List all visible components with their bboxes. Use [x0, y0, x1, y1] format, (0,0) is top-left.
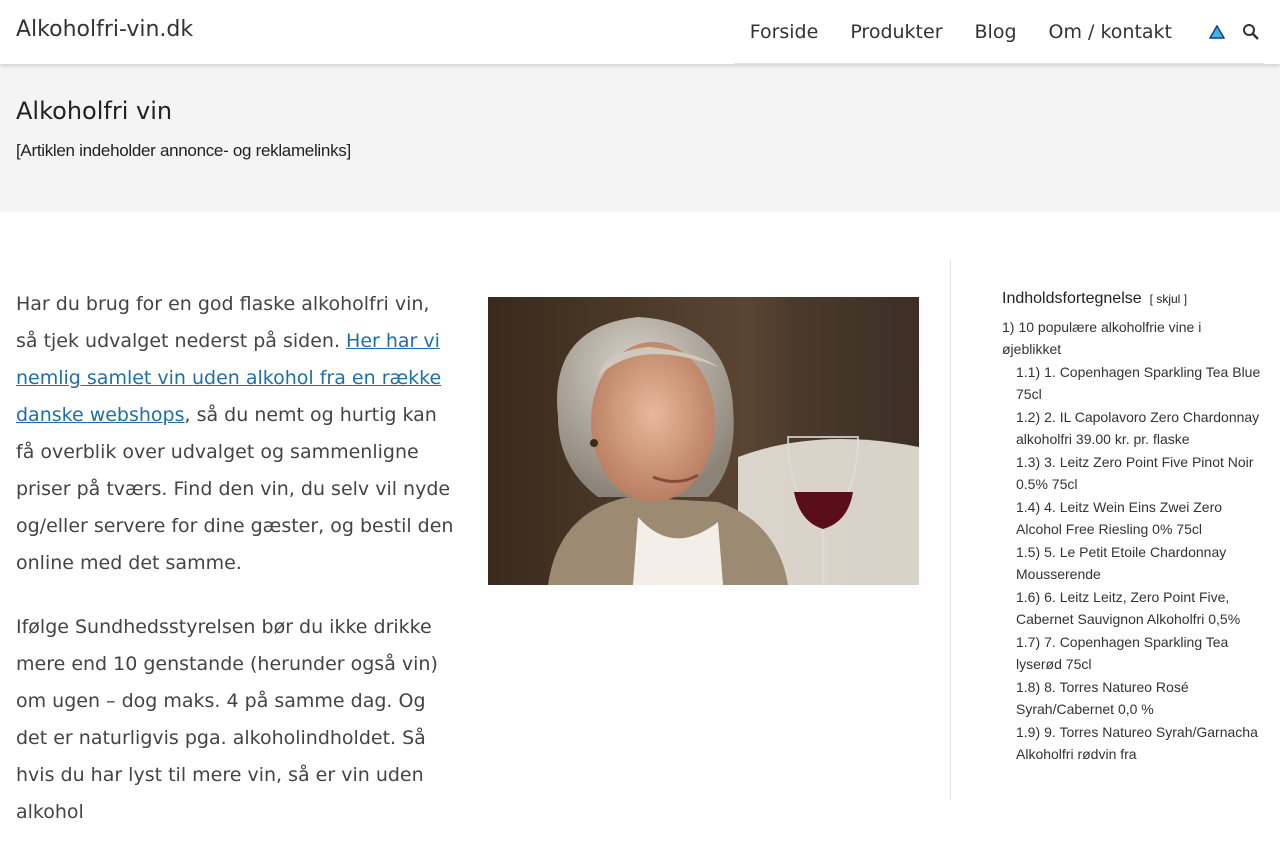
toc-item[interactable]: 1.2) 2. IL Capolavoro Zero Chardonnay alk…	[1002, 406, 1264, 450]
toc-toggle[interactable]: [ skjul ]	[1150, 292, 1187, 306]
toc-item[interactable]: 1.4) 4. Leitz Wein Eins Zwei Zero Alcohol…	[1002, 496, 1264, 540]
nav-produkter[interactable]: Produkter	[850, 21, 942, 43]
site-header: Alkoholfri-vin.dk Forside Produkter Blog…	[0, 0, 1280, 64]
woman-with-wine-photo	[488, 297, 919, 585]
toc-item-label[interactable]: 1. Copenhagen Sparkling Tea Blue 75cl	[1016, 364, 1260, 402]
article-body: Har du brug for en god flaske alkoholfri…	[16, 286, 456, 858]
main-nav: Forside Produkter Blog Om / kontakt	[733, 0, 1264, 64]
toc-item-label[interactable]: 3. Leitz Zero Point Five Pinot Noir 0.5%…	[1016, 454, 1253, 492]
intro-paragraph: Har du brug for en god flaske alkoholfri…	[16, 286, 456, 582]
warning-icon[interactable]	[1204, 19, 1230, 45]
toc-item[interactable]: 1.5) 5. Le Petit Etoile Chardonnay Mousse…	[1002, 541, 1264, 585]
sidebar-divider	[950, 260, 951, 800]
toc-item[interactable]: 1.3) 3. Leitz Zero Point Five Pinot Noir …	[1002, 451, 1264, 495]
toc-item-number: 1.1)	[1016, 364, 1041, 380]
toc-item-number: 1)	[1002, 319, 1015, 335]
toc-item[interactable]: 1) 10 populære alkoholfrie vine i øjeblik…	[1002, 316, 1264, 360]
site-title-link[interactable]: Alkoholfri-vin.dk	[16, 17, 193, 42]
toc-item-label[interactable]: 5. Le Petit Etoile Chardonnay Mousserend…	[1016, 544, 1226, 582]
toc-toggle-close: ]	[1183, 292, 1188, 306]
toc-item-number: 1.8)	[1016, 679, 1041, 695]
toc-item[interactable]: 1.6) 6. Leitz Leitz, Zero Point Five, Cab…	[1002, 586, 1264, 630]
toc-item[interactable]: 1.1) 1. Copenhagen Sparkling Tea Blue 75c…	[1002, 361, 1264, 405]
toc-item-label[interactable]: 6. Leitz Leitz, Zero Point Five, Caberne…	[1016, 589, 1240, 627]
toc-item-label[interactable]: 8. Torres Natureo Rosé Syrah/Cabernet 0,…	[1016, 679, 1189, 717]
toc-item-number: 1.6)	[1016, 589, 1041, 605]
toc-list: 1) 10 populære alkoholfrie vine i øjeblik…	[1002, 316, 1264, 765]
nav-blog[interactable]: Blog	[975, 21, 1017, 43]
toc-item-number: 1.2)	[1016, 409, 1041, 425]
toc-toggle-label[interactable]: skjul	[1156, 292, 1180, 306]
health-paragraph: Ifølge Sundhedsstyrelsen bør du ikke dri…	[16, 616, 438, 823]
toc-item-label[interactable]: 2. IL Capolavoro Zero Chardonnay alkohol…	[1016, 409, 1259, 447]
toc-item-label[interactable]: 10 populære alkoholfrie vine i øjeblikke…	[1002, 319, 1201, 357]
page-title: Alkoholfri vin	[16, 97, 173, 125]
search-icon[interactable]	[1238, 19, 1264, 45]
toc-item-label[interactable]: 9. Torres Natureo Syrah/Garnacha Alkohol…	[1016, 724, 1258, 762]
intro-text-cont: , så du nemt og hurtig kan få overblik o…	[16, 404, 454, 574]
toc-item-number: 1.5)	[1016, 544, 1041, 560]
toc-header: Indholdsfortegnelse [ skjul ]	[1002, 290, 1264, 308]
ad-disclaimer: [Artiklen indeholder annonce- og reklame…	[16, 141, 351, 160]
toc-item-label[interactable]: 4. Leitz Wein Eins Zwei Zero Alcohol Fre…	[1016, 499, 1222, 537]
table-of-contents: Indholdsfortegnelse [ skjul ] 1) 10 popul…	[1002, 290, 1264, 766]
toc-item-number: 1.3)	[1016, 454, 1041, 470]
toc-item[interactable]: 1.9) 9. Torres Natureo Syrah/Garnacha Alk…	[1002, 721, 1264, 765]
toc-item-number: 1.7)	[1016, 634, 1041, 650]
nav-om-kontakt[interactable]: Om / kontakt	[1049, 21, 1172, 43]
toc-title: Indholdsfortegnelse	[1002, 290, 1142, 307]
toc-item[interactable]: 1.7) 7. Copenhagen Sparkling Tea lyserød …	[1002, 631, 1264, 675]
page-hero: Alkoholfri vin [Artiklen indeholder anno…	[0, 64, 1280, 212]
nav-forside[interactable]: Forside	[750, 21, 819, 43]
toc-item-number: 1.4)	[1016, 499, 1041, 515]
toc-item-label[interactable]: 7. Copenhagen Sparkling Tea lyserød 75cl	[1016, 634, 1228, 672]
toc-item-number: 1.9)	[1016, 724, 1041, 740]
toc-toggle-open: [	[1149, 292, 1153, 306]
toc-item[interactable]: 1.8) 8. Torres Natureo Rosé Syrah/Caberne…	[1002, 676, 1264, 720]
